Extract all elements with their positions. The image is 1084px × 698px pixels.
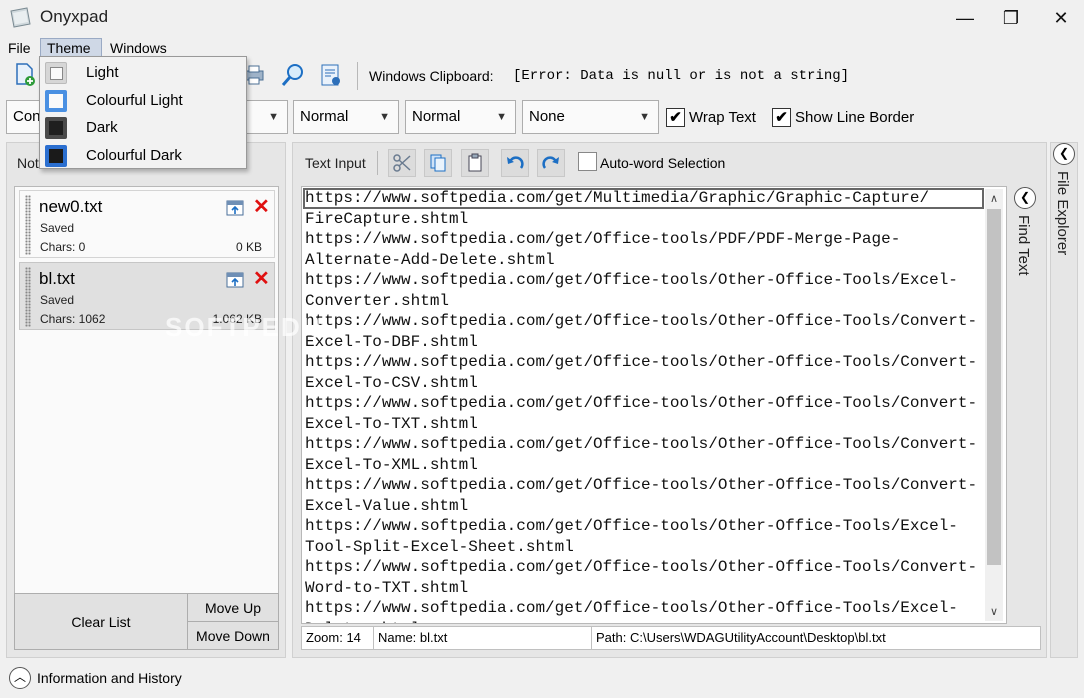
wrap-text-checkbox[interactable]: ✔ Wrap Text — [666, 106, 756, 128]
menu-bar: File Theme Windows — [0, 38, 260, 58]
paste-icon — [468, 153, 482, 172]
copy-icon — [430, 154, 446, 172]
light-theme-swatch-icon — [45, 62, 67, 84]
text-editor[interactable]: https://www.softpedia.com/get/Multimedia… — [301, 186, 1007, 624]
text-input-title: Text Input — [305, 155, 366, 171]
chevron-down-icon: ▼ — [379, 111, 390, 123]
file-explorer-toggle-icon[interactable]: ❮ — [1053, 143, 1075, 165]
clipboard-label: Windows Clipboard: — [369, 68, 494, 84]
text-decoration-combo[interactable]: None ▼ — [522, 100, 659, 134]
text-decoration-value: None — [529, 108, 565, 125]
scissors-icon — [393, 154, 411, 172]
notes-list: new0.txt Saved Chars: 0 0 KB ✕ bl.txt Sa… — [14, 186, 279, 594]
preview-document-icon[interactable] — [318, 62, 344, 88]
paste-button[interactable] — [461, 149, 489, 177]
theme-option-label: Colourful Dark — [86, 147, 182, 164]
close-note-icon[interactable]: ✕ — [253, 266, 270, 291]
font-weight-value: Normal — [300, 108, 349, 125]
colourful-light-theme-swatch-icon — [45, 90, 67, 112]
note-name: bl.txt — [39, 269, 75, 288]
status-path: Path: C:\Users\WDAGUtilityAccount\Deskto… — [596, 630, 886, 645]
file-explorer-tab[interactable]: File Explorer — [1054, 171, 1071, 255]
chevron-down-icon: ▼ — [496, 111, 507, 123]
wrap-text-check-icon[interactable]: ✔ — [666, 107, 685, 127]
editor-scrollbar[interactable]: ∧ ∨ — [985, 189, 1003, 621]
close-note-icon[interactable]: ✕ — [253, 194, 270, 219]
menu-windows[interactable]: Windows — [104, 38, 173, 58]
info-history-label[interactable]: Information and History — [37, 670, 182, 686]
show-line-border-checkbox[interactable]: ✔ Show Line Border — [772, 106, 914, 128]
show-line-border-check-icon[interactable]: ✔ — [772, 107, 791, 127]
file-explorer-panel: ❮ File Explorer — [1050, 142, 1078, 658]
note-status: Saved — [40, 221, 75, 235]
note-status: Saved — [40, 293, 75, 307]
drag-handle-icon[interactable] — [25, 267, 31, 327]
title-bar: Onyxpad — ❐ ✕ — [0, 0, 1084, 36]
note-size: 0 KB — [235, 240, 262, 254]
colourful-dark-theme-swatch-icon — [45, 145, 67, 167]
text-input-panel: Text Input Auto-word Selection https://w… — [292, 142, 1047, 658]
window-title: Onyxpad — [40, 7, 109, 26]
scroll-thumb[interactable] — [987, 209, 1001, 565]
dark-theme-swatch-icon — [45, 117, 67, 139]
minimize-button[interactable]: — — [942, 0, 988, 36]
find-text-toggle-icon[interactable]: ❮ — [1014, 187, 1036, 209]
info-history-toggle-icon[interactable]: ︿ — [9, 667, 31, 689]
status-bar: Zoom: 14 Name: bl.txt Path: C:\Users\WDA… — [301, 626, 1041, 650]
font-weight-combo[interactable]: Normal ▼ — [293, 100, 399, 134]
theme-option-dark[interactable]: Dark — [40, 114, 246, 141]
chevron-down-icon: ▼ — [268, 111, 279, 123]
wrap-text-label: Wrap Text — [689, 108, 756, 126]
notes-panel-title: Not — [17, 155, 39, 171]
drag-handle-icon[interactable] — [25, 195, 31, 255]
open-window-icon[interactable] — [226, 271, 244, 289]
toolbar-separator — [357, 62, 358, 90]
close-window-button[interactable]: ✕ — [1038, 0, 1084, 36]
editor-text[interactable]: https://www.softpedia.com/get/Multimedia… — [305, 188, 985, 623]
note-char-count: Chars: 0 — [40, 240, 86, 254]
watermark-logo: SOFTPEDIA — [165, 312, 332, 342]
theme-option-colourful-light[interactable]: Colourful Light — [40, 87, 246, 114]
theme-option-label: Dark — [86, 119, 118, 136]
show-line-border-label: Show Line Border — [795, 108, 915, 126]
theme-dropdown-menu: Light Colourful Light Dark Colourful Dar… — [39, 56, 247, 169]
app-logo-icon — [8, 7, 32, 29]
clipboard-value: [Error: Data is null or is not a string] — [513, 68, 850, 84]
copy-button[interactable] — [424, 149, 452, 177]
redo-icon — [542, 156, 559, 169]
font-style-combo[interactable]: Normal ▼ — [405, 100, 516, 134]
new-file-icon[interactable] — [12, 62, 38, 88]
cut-button[interactable] — [388, 149, 416, 177]
open-window-icon[interactable] — [226, 199, 244, 217]
chevron-down-icon: ▼ — [639, 111, 650, 123]
menu-theme[interactable]: Theme — [40, 38, 102, 58]
status-zoom: Zoom: 14 — [302, 627, 374, 649]
menu-file[interactable]: File — [2, 38, 37, 58]
status-name: Name: bl.txt — [374, 627, 592, 649]
note-item-new0[interactable]: new0.txt Saved Chars: 0 0 KB ✕ — [19, 190, 275, 258]
theme-option-label: Colourful Light — [86, 92, 183, 109]
auto-word-selection-label: Auto-word Selection — [600, 155, 726, 171]
find-text-tab[interactable]: Find Text — [1015, 215, 1032, 276]
theme-option-colourful-dark[interactable]: Colourful Dark — [40, 142, 246, 169]
scroll-up-icon[interactable]: ∧ — [987, 192, 1001, 206]
undo-button[interactable] — [501, 149, 529, 177]
note-char-count: Chars: 1062 — [40, 312, 106, 326]
maximize-button[interactable]: ❐ — [988, 0, 1034, 36]
auto-word-selection-checkbox[interactable] — [578, 152, 597, 171]
font-style-value: Normal — [412, 108, 461, 125]
redo-button[interactable] — [537, 149, 565, 177]
move-up-button[interactable]: Move Up — [187, 593, 279, 622]
print-preview-icon[interactable] — [280, 62, 306, 88]
theme-option-label: Light — [86, 64, 119, 81]
notes-panel: Not new0.txt Saved Chars: 0 0 KB ✕ bl.tx… — [6, 142, 286, 658]
scroll-down-icon[interactable]: ∨ — [987, 605, 1001, 619]
clear-list-button[interactable]: Clear List — [14, 593, 188, 650]
theme-option-light[interactable]: Light — [40, 59, 246, 86]
move-down-button[interactable]: Move Down — [187, 621, 279, 650]
undo-icon — [507, 156, 524, 169]
note-name: new0.txt — [39, 197, 103, 216]
editor-toolbar-separator — [377, 151, 378, 175]
